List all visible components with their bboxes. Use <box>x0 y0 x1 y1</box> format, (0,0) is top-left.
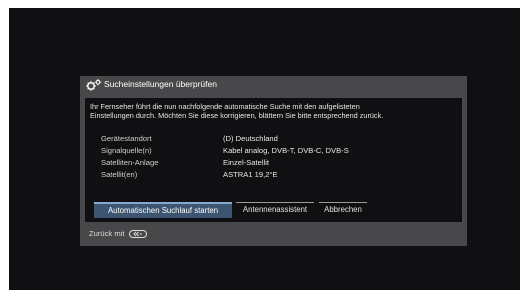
settings-summary: Gerätestandort (D) Deutschland Signalque… <box>101 134 441 182</box>
info-row-satellite-system: Satelliten-Anlage Einzel-Satellit <box>101 158 441 170</box>
antenna-assistant-button[interactable]: Antennenassistent <box>236 202 314 217</box>
back-hint: Zurück mit <box>89 229 147 238</box>
info-value: Kabel analog, DVB-T, DVB-C, DVB-S <box>223 146 349 155</box>
start-auto-search-button[interactable]: Automatischen Suchlauf starten <box>94 202 232 218</box>
dialog-body: Ihr Fernseher führt die nun nachfolgende… <box>85 98 462 222</box>
info-row-signal-source: Signalquelle(n) Kabel analog, DVB-T, DVB… <box>101 146 441 158</box>
info-value: Einzel-Satellit <box>223 158 270 167</box>
info-label: Satellit(en) <box>101 170 138 179</box>
intro-line: Einstellungen durch. Möchten Sie diese k… <box>90 111 384 120</box>
info-row-location: Gerätestandort (D) Deutschland <box>101 134 441 146</box>
info-label: Satelliten-Anlage <box>101 158 159 167</box>
dialog-title: Sucheinstellungen überprüfen <box>104 79 217 89</box>
info-value: ASTRA1 19,2°E <box>223 170 278 179</box>
info-value: (D) Deutschland <box>223 134 278 143</box>
info-label: Gerätestandort <box>101 134 152 143</box>
cancel-button[interactable]: Abbrechen <box>319 202 367 217</box>
gear-icon <box>86 79 102 91</box>
search-settings-dialog: Sucheinstellungen überprüfen Ihr Fernseh… <box>80 76 467 246</box>
tv-screen: Sucheinstellungen überprüfen Ihr Fernseh… <box>9 8 520 290</box>
dialog-header: Sucheinstellungen überprüfen <box>80 76 467 93</box>
intro-text: Ihr Fernseher führt die nun nachfolgende… <box>90 102 460 120</box>
info-label: Signalquelle(n) <box>101 146 152 155</box>
intro-line: Ihr Fernseher führt die nun nachfolgende… <box>90 102 360 111</box>
info-row-satellites: Satellit(en) ASTRA1 19,2°E <box>101 170 441 182</box>
remote-back-button-icon <box>128 230 147 238</box>
back-hint-label: Zurück mit <box>89 229 125 238</box>
